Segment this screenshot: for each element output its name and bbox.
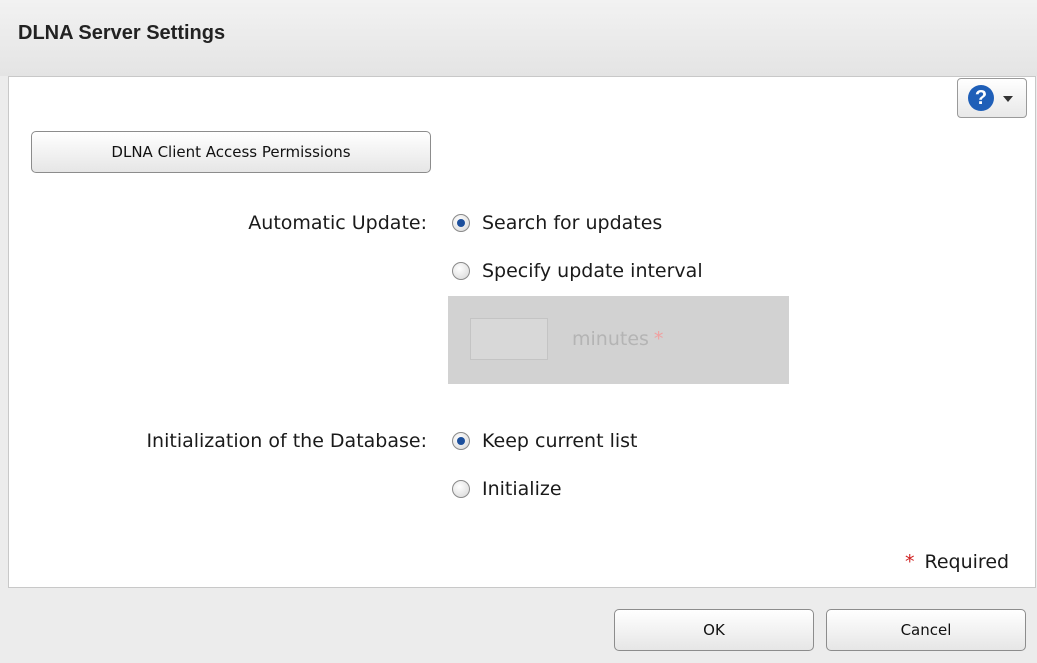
radio-button-unchecked[interactable] <box>452 480 470 498</box>
ok-button[interactable]: OK <box>614 609 814 651</box>
update-interval-input[interactable] <box>470 318 548 360</box>
required-text: Required <box>924 551 1010 573</box>
required-note: * Required <box>905 551 1009 573</box>
radio-keep-current-list[interactable]: Keep current list <box>452 430 637 452</box>
required-asterisk: * <box>905 551 915 573</box>
automatic-update-label: Automatic Update: <box>248 212 427 234</box>
radio-label: Keep current list <box>482 430 638 452</box>
radio-label: Specify update interval <box>482 260 703 282</box>
radio-button-checked[interactable] <box>452 432 470 450</box>
dlna-server-settings-dialog: DLNA Server Settings ? DLNA Client Acces… <box>0 0 1037 663</box>
dialog-title: DLNA Server Settings <box>18 22 226 44</box>
update-interval-panel: minutes * <box>448 296 789 384</box>
radio-search-for-updates[interactable]: Search for updates <box>452 212 662 234</box>
radio-label: Search for updates <box>482 212 663 234</box>
radio-specify-update-interval[interactable]: Specify update interval <box>452 260 703 282</box>
dlna-client-access-permissions-button[interactable]: DLNA Client Access Permissions <box>31 131 431 173</box>
radio-label: Initialize <box>482 478 562 500</box>
help-button[interactable]: ? <box>957 78 1027 118</box>
interval-unit-text: minutes <box>572 328 649 350</box>
title-bar: DLNA Server Settings <box>0 0 1037 76</box>
interval-unit-label: minutes * <box>572 328 663 350</box>
radio-button-checked[interactable] <box>452 214 470 232</box>
database-initialization-label: Initialization of the Database: <box>146 430 427 452</box>
cancel-button[interactable]: Cancel <box>826 609 1026 651</box>
question-mark-icon: ? <box>968 85 994 111</box>
radio-initialize[interactable]: Initialize <box>452 478 562 500</box>
chevron-down-icon <box>1003 96 1013 102</box>
required-asterisk: * <box>653 328 664 350</box>
radio-button-unchecked[interactable] <box>452 262 470 280</box>
